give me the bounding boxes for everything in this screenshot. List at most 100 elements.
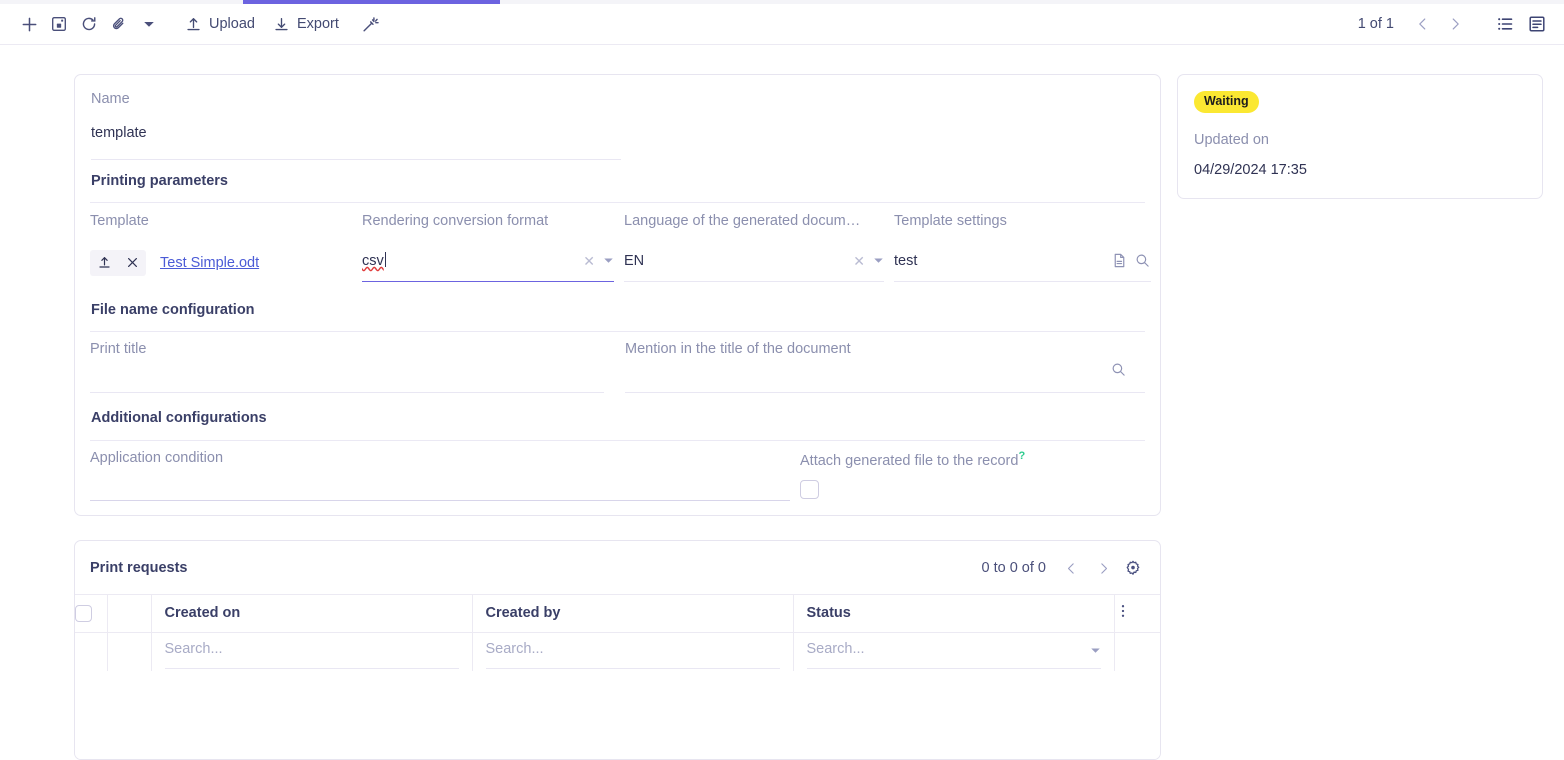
filter-placeholder: Search...	[486, 641, 780, 663]
attach-file-label-wrap: Attach generated file to the record?	[800, 450, 1145, 470]
print-requests-tbody: Search... Search... Search...	[75, 632, 1160, 671]
rendering-format-input[interactable]: csv	[362, 252, 575, 269]
save-icon[interactable]	[44, 9, 74, 39]
filter-options-cell	[1114, 632, 1160, 671]
application-condition-label: Application condition	[90, 450, 800, 467]
mention-in-title-search-icon[interactable]	[1110, 361, 1127, 383]
print-title-field-group: Print title	[90, 341, 624, 393]
mention-in-title-label: Mention in the title of the document	[625, 341, 1145, 358]
chevron-down-icon[interactable]	[134, 9, 164, 39]
filter-status-inner: Search...	[807, 641, 1101, 663]
print-title-underline[interactable]	[90, 392, 604, 393]
updated-on-value: 04/29/2024 17:35	[1194, 162, 1526, 178]
column-header-status[interactable]: Status	[793, 595, 1114, 632]
print-requests-settings-button[interactable]	[1120, 555, 1146, 581]
template-field-group: Template	[90, 213, 362, 285]
column-header-created-on[interactable]: Created on	[151, 595, 472, 632]
status-badge: Waiting	[1194, 91, 1259, 113]
filter-status-dropdown-icon[interactable]	[1090, 643, 1101, 661]
rendering-format-dropdown-icon[interactable]	[603, 255, 614, 266]
application-condition-underline[interactable]	[90, 500, 790, 501]
print-requests-tools: 0 to 0 of 0	[982, 553, 1147, 583]
previous-record-button[interactable]	[1408, 9, 1438, 39]
upload-icon	[185, 16, 202, 33]
page-body: Name template Printing parameters Templa…	[0, 46, 1564, 697]
additional-config-heading: Additional configurations	[91, 410, 1144, 427]
template-settings-label: Template settings	[894, 213, 1151, 230]
filter-status[interactable]: Search...	[793, 632, 1114, 671]
additional-config-heading-wrap: Additional configurations	[90, 393, 1145, 439]
filter-created-on[interactable]: Search...	[151, 632, 472, 671]
chevron-right-icon	[1447, 16, 1463, 32]
upload-button-label: Upload	[209, 17, 255, 32]
template-settings-control[interactable]: test	[894, 250, 1151, 272]
help-marker-icon[interactable]: ?	[1018, 450, 1025, 462]
column-header-created-by[interactable]: Created by	[472, 595, 793, 632]
next-record-button[interactable]	[1440, 9, 1470, 39]
language-control[interactable]: EN ✕	[624, 250, 884, 272]
print-requests-card: Print requests 0 to 0 of 0	[74, 540, 1161, 760]
template-settings-value[interactable]: test	[894, 253, 1111, 269]
upload-file-icon[interactable]	[90, 250, 118, 276]
print-requests-next-button[interactable]	[1088, 553, 1118, 583]
language-clear-icon[interactable]: ✕	[845, 254, 873, 268]
mention-in-title-underline[interactable]	[625, 392, 1145, 393]
search-icon[interactable]	[1134, 252, 1151, 269]
template-file-buttons	[90, 250, 146, 276]
filter-created-by[interactable]: Search...	[472, 632, 793, 671]
text-caret	[385, 252, 386, 267]
add-icon[interactable]	[14, 9, 44, 39]
additional-config-row: Application condition Attach generated f…	[90, 441, 1145, 501]
template-settings-underline	[894, 281, 1151, 282]
rendering-format-underline	[362, 281, 614, 283]
template-settings-field-group: Template settings test	[894, 213, 1151, 285]
open-record-icon[interactable]	[1111, 252, 1128, 269]
file-name-config-heading-wrap: File name configuration	[90, 286, 1145, 331]
list-view-button[interactable]	[1490, 9, 1520, 39]
updated-on-label: Updated on	[1194, 132, 1526, 148]
template-file-link[interactable]: Test Simple.odt	[160, 255, 259, 271]
print-requests-title: Print requests	[90, 560, 188, 576]
rendering-format-clear-icon[interactable]: ✕	[575, 254, 603, 268]
language-value[interactable]: EN	[624, 253, 845, 269]
upload-button[interactable]: Upload	[176, 9, 264, 39]
column-header-label: Created by	[473, 605, 561, 621]
rendering-format-control[interactable]: csv ✕	[362, 250, 614, 272]
filter-spacer-cell-2	[107, 632, 151, 671]
language-underline	[624, 281, 884, 282]
more-options-icon[interactable]	[1115, 606, 1131, 623]
name-label: Name	[91, 91, 1145, 108]
select-all-cell	[75, 595, 107, 632]
attach-file-field-group: Attach generated file to the record?	[800, 450, 1145, 501]
rendering-format-field-group: Rendering conversion format csv ✕	[362, 213, 624, 285]
clear-file-icon[interactable]	[118, 250, 146, 276]
attach-file-label: Attach generated file to the record	[800, 453, 1018, 469]
row-action-cell	[107, 595, 151, 632]
print-requests-empty-body	[75, 671, 1160, 759]
select-all-checkbox[interactable]	[75, 605, 92, 622]
language-label: Language of the generated docum…	[624, 213, 884, 230]
application-condition-field-group: Application condition	[90, 450, 800, 501]
print-requests-thead: Created on Created by Status	[75, 595, 1160, 632]
chevron-left-icon	[1064, 561, 1079, 576]
magic-wand-icon[interactable]	[356, 9, 386, 39]
filter-underline	[486, 668, 780, 669]
template-settings-icons	[1111, 252, 1151, 269]
chevron-right-icon	[1096, 561, 1111, 576]
file-name-config-row: Print title Mention in the title of the …	[90, 332, 1145, 393]
attach-file-checkbox[interactable]	[800, 480, 819, 499]
form-view-button[interactable]	[1522, 9, 1552, 39]
language-dropdown-icon[interactable]	[873, 255, 884, 266]
template-label: Template	[90, 213, 352, 230]
chevron-left-icon	[1415, 16, 1431, 32]
rendering-format-label: Rendering conversion format	[362, 213, 614, 230]
print-requests-prev-button[interactable]	[1056, 553, 1086, 583]
list-icon	[1495, 14, 1515, 34]
name-value[interactable]: template	[91, 125, 1145, 142]
record-status-card: Waiting Updated on 04/29/2024 17:35	[1177, 74, 1543, 199]
main-toolbar: Upload Export 1 of 1	[0, 4, 1564, 45]
export-button[interactable]: Export	[264, 9, 348, 39]
template-control: Test Simple.odt	[90, 250, 352, 276]
attachment-icon[interactable]	[104, 9, 134, 39]
refresh-icon[interactable]	[74, 9, 104, 39]
